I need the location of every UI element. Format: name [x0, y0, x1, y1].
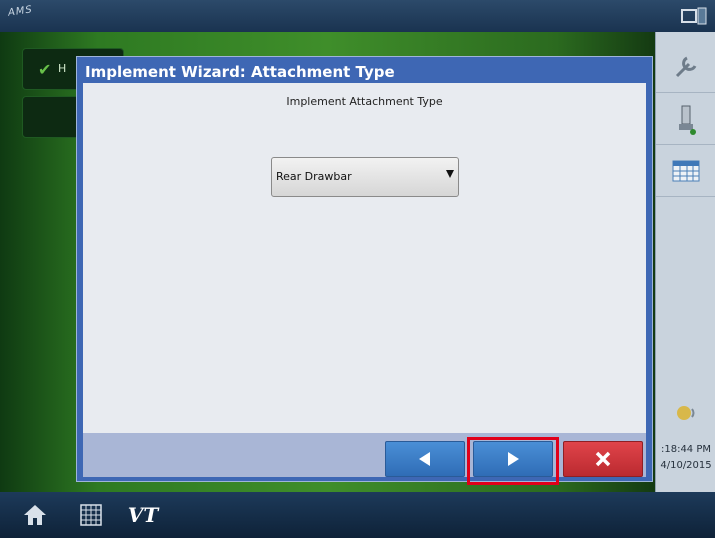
vt-button[interactable]: VT [122, 496, 164, 534]
dialog-footer [83, 433, 646, 477]
dropdown-arrow-icon [446, 170, 454, 178]
ams-logo: AMS [7, 4, 34, 19]
home-button[interactable] [14, 496, 56, 534]
dialog-body: Implement Attachment Type Rear Drawbar [83, 83, 646, 433]
top-status-bar: AMS [0, 0, 715, 32]
cancel-button[interactable] [563, 441, 643, 477]
grid-icon [80, 504, 102, 526]
clock-time: :18:44 PM [660, 444, 712, 455]
left-triangle-icon [419, 452, 430, 466]
wrench-icon [675, 56, 697, 78]
right-toolbar: :18:44 PM 4/10/2015 [655, 32, 715, 492]
next-button-highlight [467, 437, 559, 485]
implement-icon [679, 105, 696, 135]
vt-icon: VT [127, 503, 159, 527]
attachment-type-select[interactable]: Rear Drawbar [271, 157, 459, 197]
calendar-grid-icon [672, 160, 700, 182]
section-label: Implement Attachment Type [286, 95, 443, 108]
settings-button[interactable] [656, 42, 715, 93]
dialog-title: Implement Wizard: Attachment Type [85, 63, 395, 81]
home-icon [24, 505, 46, 525]
alerts-button[interactable] [656, 388, 715, 438]
close-x-icon [595, 451, 611, 467]
calendar-button[interactable] [656, 146, 715, 197]
clock-date: 4/10/2015 [660, 460, 712, 471]
clock-display: :18:44 PM 4/10/2015 [656, 442, 715, 474]
check-icon: ✔ [38, 60, 52, 79]
alert-bell-icon [677, 406, 695, 420]
grid-button[interactable] [70, 496, 112, 534]
display-mode-icon[interactable] [681, 7, 707, 25]
bottom-nav-bar: VT [0, 492, 715, 538]
select-value: Rear Drawbar [276, 170, 352, 183]
implement-button[interactable] [656, 94, 715, 145]
back-button[interactable] [385, 441, 465, 477]
background-item-label: H [58, 62, 67, 75]
implement-wizard-dialog: Implement Wizard: Attachment Type Implem… [76, 56, 653, 482]
